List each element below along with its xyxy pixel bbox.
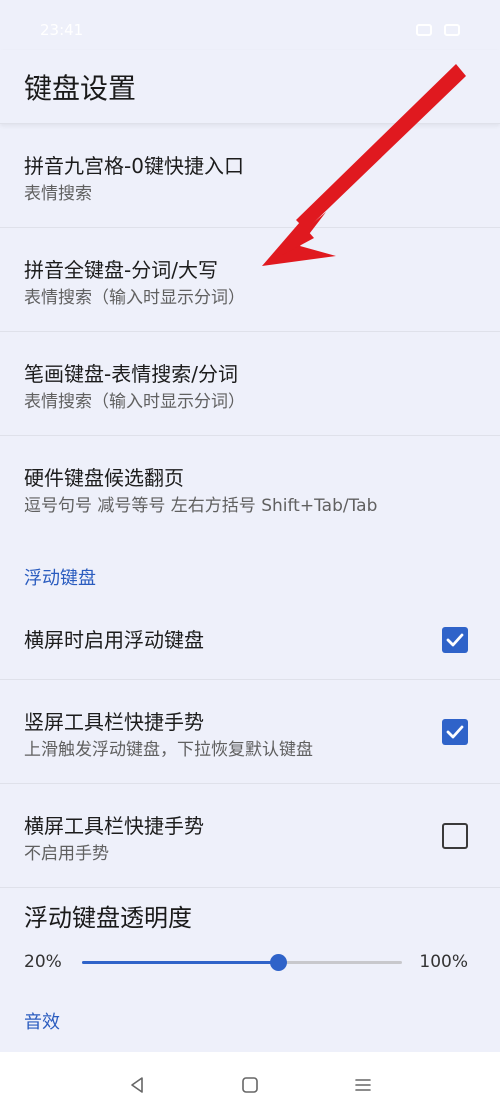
page-title: 键盘设置 <box>24 71 137 105</box>
opacity-max-label: 100% <box>419 952 468 972</box>
opacity-slider-thumb[interactable] <box>270 954 287 971</box>
opacity-slider-fill <box>82 961 278 964</box>
checkbox-portrait-gesture[interactable] <box>442 718 468 745</box>
back-triangle-icon <box>130 1077 143 1093</box>
menu-lines-icon <box>355 1079 372 1091</box>
opacity-slider-row: 浮动键盘透明度 20% 100% <box>0 888 500 988</box>
nav-home-button[interactable] <box>230 1065 270 1105</box>
setting-title: 横屏工具栏快捷手势 <box>24 814 204 838</box>
settings-list: 拼音九宫格-0键快捷入口 表情搜索 拼音全键盘-分词/大写 表情搜索（输入时显示… <box>0 124 500 1096</box>
setting-subtitle: 上滑触发浮动键盘，下拉恢复默认键盘 <box>24 740 313 760</box>
opacity-min-label: 20% <box>24 952 62 972</box>
setting-title: 拼音九宫格-0键快捷入口 <box>24 154 244 178</box>
section-header-sound: 音效 <box>24 1012 60 1033</box>
setting-item-portrait-gesture[interactable]: 竖屏工具栏快捷手势 上滑触发浮动键盘，下拉恢复默认键盘 <box>0 680 500 784</box>
nav-menu-button[interactable] <box>343 1065 383 1105</box>
setting-item-stroke[interactable]: 笔画键盘-表情搜索/分词 表情搜索（输入时显示分词） <box>0 332 500 436</box>
setting-title: 拼音全键盘-分词/大写 <box>24 258 218 282</box>
checkbox-landscape-floating[interactable] <box>442 626 468 653</box>
app-bar: 键盘设置 <box>0 50 500 124</box>
setting-title: 笔画键盘-表情搜索/分词 <box>24 362 238 386</box>
setting-title: 横屏时启用浮动键盘 <box>24 627 204 652</box>
setting-item-hardware-paging[interactable]: 硬件键盘候选翻页 逗号句号 减号等号 左右方括号 Shift+Tab/Tab <box>0 436 500 540</box>
section-header-floating: 浮动键盘 <box>24 568 96 589</box>
setting-subtitle: 表情搜索（输入时显示分词） <box>24 392 245 412</box>
setting-subtitle: 逗号句号 减号等号 左右方括号 Shift+Tab/Tab <box>24 496 378 516</box>
opacity-title: 浮动键盘透明度 <box>24 904 192 932</box>
check-icon <box>446 725 464 738</box>
setting-item-landscape-gesture[interactable]: 横屏工具栏快捷手势 不启用手势 <box>0 784 500 888</box>
setting-title: 硬件键盘候选翻页 <box>24 466 184 490</box>
check-icon <box>446 633 464 646</box>
setting-subtitle: 表情搜索 <box>24 184 92 204</box>
checkbox-landscape-gesture[interactable] <box>442 822 468 849</box>
setting-title: 竖屏工具栏快捷手势 <box>24 710 204 734</box>
status-time: 23:41 <box>40 21 84 39</box>
system-nav-bar <box>0 1052 500 1118</box>
battery-icon <box>444 24 460 36</box>
status-icons <box>416 24 460 36</box>
opacity-slider[interactable] <box>82 954 402 971</box>
setting-subtitle: 不启用手势 <box>24 844 109 864</box>
setting-item-pinyin-9key[interactable]: 拼音九宫格-0键快捷入口 表情搜索 <box>0 124 500 228</box>
home-square-icon <box>242 1077 258 1093</box>
setting-subtitle: 表情搜索（输入时显示分词） <box>24 288 245 308</box>
wifi-icon <box>416 24 432 36</box>
setting-item-pinyin-full[interactable]: 拼音全键盘-分词/大写 表情搜索（输入时显示分词） <box>0 228 500 332</box>
setting-item-landscape-floating[interactable]: 横屏时启用浮动键盘 <box>0 600 500 680</box>
nav-back-button[interactable] <box>117 1065 157 1105</box>
